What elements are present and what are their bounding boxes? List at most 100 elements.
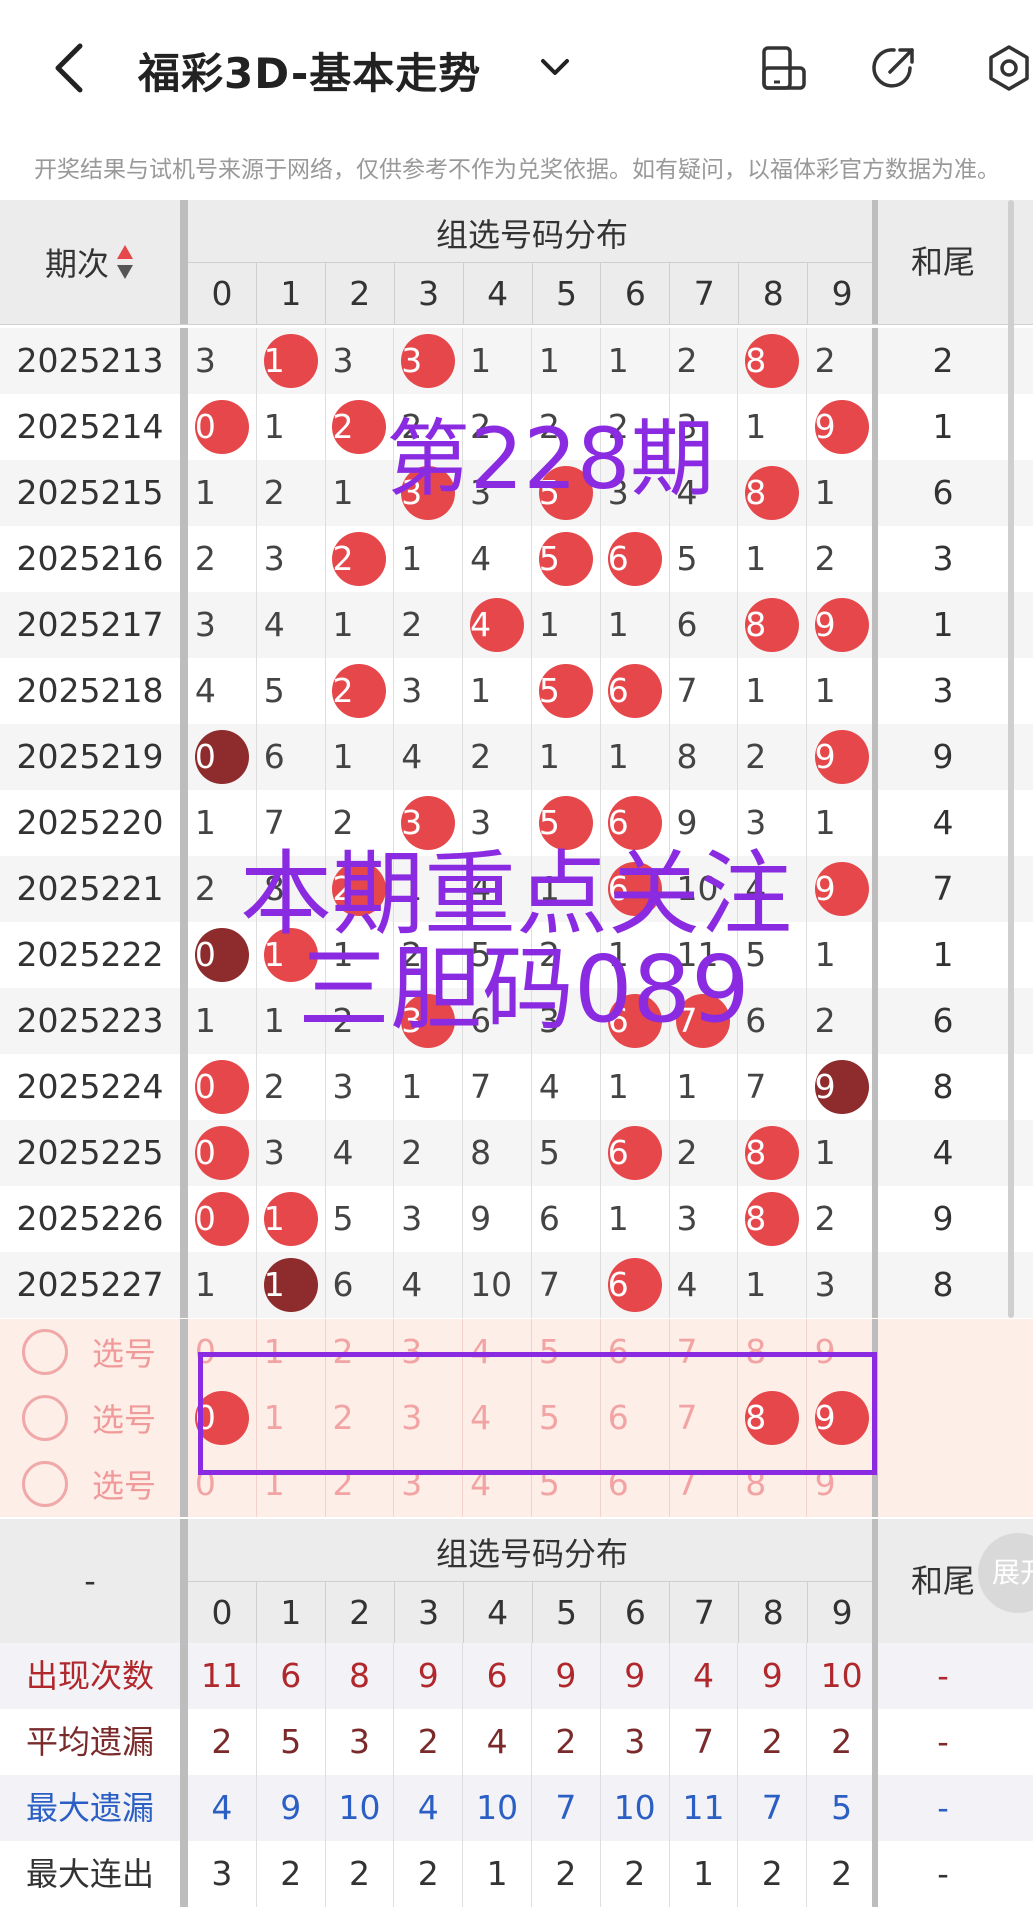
miss-count: 1 xyxy=(332,473,354,512)
hit-ball: 1 xyxy=(263,1258,318,1312)
miss-count: 3 xyxy=(676,407,698,446)
share-icon[interactable] xyxy=(870,44,918,92)
page-title[interactable]: 福彩3D-基本走势 xyxy=(138,40,481,101)
miss-count: 4 xyxy=(676,473,698,512)
digit-cell: 2 xyxy=(807,1186,876,1252)
digit-cell: 3 xyxy=(670,1186,739,1252)
miss-count: 2 xyxy=(194,869,216,908)
hit-ball: 8 xyxy=(745,598,800,652)
stats-value: 11 xyxy=(670,1775,739,1841)
table-row: 2025225 0 3 4 2 8 5 6 2 8 1 4 xyxy=(0,1120,1033,1186)
digit-cell: 3 xyxy=(394,328,464,394)
digit-cell: 6 xyxy=(326,1252,395,1318)
miss-count: 4 xyxy=(401,737,423,776)
miss-count: 2 xyxy=(814,539,836,578)
digit-cell: 9 xyxy=(807,592,876,658)
digit-cell: 10 xyxy=(670,856,739,922)
period-cell: 2025224 xyxy=(16,1067,164,1106)
digit-cell: 5 xyxy=(738,922,808,988)
miss-count: 2 xyxy=(263,1067,285,1106)
digit-cell: 1 xyxy=(807,460,876,526)
scrollbar[interactable] xyxy=(1008,200,1014,1318)
stats-value: 9 xyxy=(257,1775,326,1841)
digit-cell: 6 xyxy=(463,988,532,1054)
period-cell: 2025220 xyxy=(16,803,164,842)
digit-cell: 2 xyxy=(601,394,670,460)
landscape-mode-icon[interactable] xyxy=(760,44,808,92)
miss-count: 7 xyxy=(470,1067,492,1106)
stats-value: 2 xyxy=(394,1841,464,1907)
digit-header: 7 xyxy=(670,1582,740,1644)
hit-ball: 2 xyxy=(332,862,387,916)
hit-ball: 4 xyxy=(470,598,525,652)
table-row: 2025221 2 8 2 1 4 1 6 10 4 9 7 xyxy=(0,856,1033,922)
digit-cell: 1 xyxy=(257,1186,326,1252)
hit-ball: 8 xyxy=(745,1126,800,1180)
digit-cell: 0 xyxy=(188,1120,257,1186)
digit-cell: 1 xyxy=(532,592,601,658)
hit-ball: 0 xyxy=(194,400,249,454)
hit-ball: 2 xyxy=(332,532,387,586)
digit-cell: 2 xyxy=(738,724,808,790)
table-row: 2025214 0 1 2 2 2 2 2 3 1 9 1 xyxy=(0,394,1033,460)
trend-rows[interactable]: 2025213 3 1 3 3 1 1 1 2 8 2 2 2025214 0 1 2 2 2 2 2 3 1 9 1 2025… xyxy=(0,328,1033,1318)
tail-cell: 1 xyxy=(932,407,954,446)
digit-cell: 4 xyxy=(463,592,532,658)
miss-count: 2 xyxy=(332,803,354,842)
miss-count: 2 xyxy=(401,935,423,974)
hit-ball: 3 xyxy=(401,796,456,850)
hit-ball: 5 xyxy=(538,466,593,520)
select-toggle[interactable]: 选号 xyxy=(22,1451,172,1517)
digit-cell: 2 xyxy=(807,526,876,592)
chevron-down-icon[interactable] xyxy=(538,52,572,82)
digit-header: 1 xyxy=(257,263,326,325)
miss-count: 1 xyxy=(470,341,492,380)
miss-count: 1 xyxy=(332,605,354,644)
digit-cell: 2 xyxy=(807,328,876,394)
table-row: 2025213 3 1 3 3 1 1 1 2 8 2 2 xyxy=(0,328,1033,394)
table-row: 2025217 3 4 1 2 4 1 1 6 8 9 1 xyxy=(0,592,1033,658)
hit-ball: 8 xyxy=(745,466,800,520)
back-arrow-icon[interactable] xyxy=(50,42,90,94)
digit-cell: 1 xyxy=(463,658,532,724)
hit-ball: 1 xyxy=(263,334,318,388)
digit-header: 5 xyxy=(533,263,602,325)
miss-count: 3 xyxy=(745,803,767,842)
miss-count: 2 xyxy=(814,341,836,380)
digit-cell: 8 xyxy=(738,460,808,526)
digit-cell: 3 xyxy=(532,988,601,1054)
settings-icon[interactable] xyxy=(985,44,1033,92)
miss-count: 1 xyxy=(401,869,423,908)
hit-ball: 7 xyxy=(676,994,731,1048)
hit-ball: 0 xyxy=(194,1060,249,1114)
digit-cell: 3 xyxy=(326,1054,395,1120)
stats-value: 9 xyxy=(738,1643,808,1709)
table-row: 2025227 1 1 6 4 10 7 6 4 1 3 8 xyxy=(0,1252,1033,1318)
radio-circle-icon[interactable] xyxy=(22,1329,68,1375)
stats-label: 最大遗漏 xyxy=(25,1789,154,1827)
stats-value: 10 xyxy=(326,1775,395,1841)
miss-count: 1 xyxy=(263,1001,285,1040)
radio-circle-icon[interactable] xyxy=(22,1395,68,1441)
miss-count: 1 xyxy=(401,539,423,578)
period-cell: 2025225 xyxy=(16,1133,164,1172)
radio-circle-icon[interactable] xyxy=(22,1461,68,1507)
select-toggle[interactable]: 选号 xyxy=(22,1319,172,1385)
hit-ball: 9 xyxy=(814,862,869,916)
digit-cell: 1 xyxy=(738,526,808,592)
miss-count: 3 xyxy=(401,1199,423,1238)
stats-value: 6 xyxy=(463,1643,532,1709)
period-sort-header[interactable]: 期次 xyxy=(0,200,180,324)
left-divider xyxy=(180,1519,188,1643)
hit-ball: 1 xyxy=(263,1192,318,1246)
digit-cell: 1 xyxy=(326,460,395,526)
tail-cell: 9 xyxy=(932,1199,954,1238)
tail-cell: 1 xyxy=(932,605,954,644)
hit-ball: 6 xyxy=(607,664,662,718)
miss-count: 3 xyxy=(676,1199,698,1238)
left-divider xyxy=(180,1709,188,1775)
digit-cell: 1 xyxy=(257,922,326,988)
stats-value: 2 xyxy=(394,1709,464,1775)
select-toggle[interactable]: 选号 xyxy=(22,1385,172,1451)
digit-header: 6 xyxy=(601,1582,671,1644)
